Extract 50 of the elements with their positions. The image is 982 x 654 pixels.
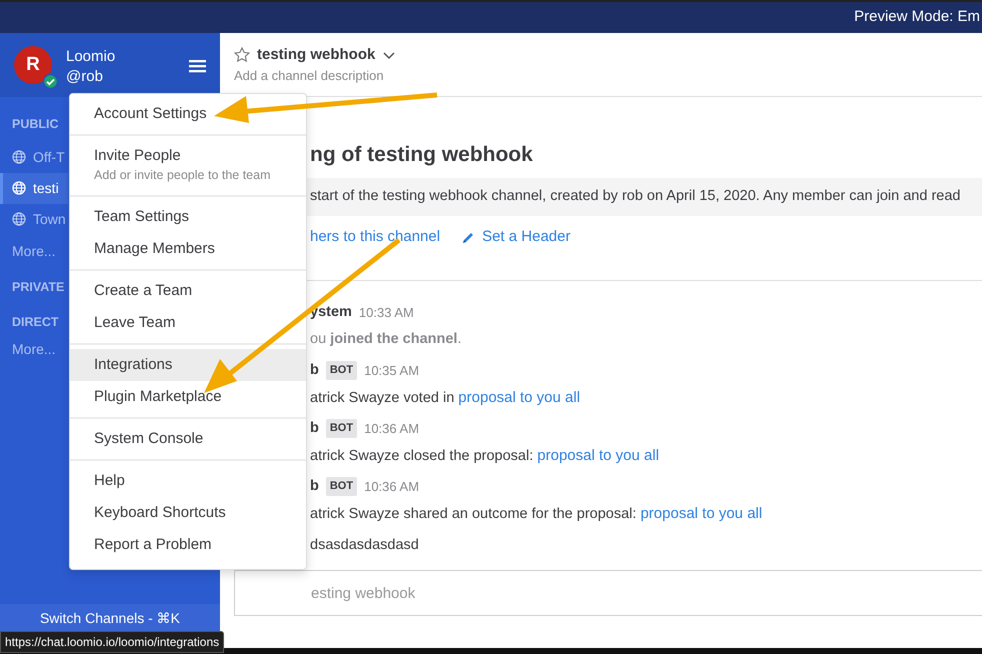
section-heading: PRIVATE xyxy=(12,278,64,296)
status-url-tooltip: https://chat.loomio.io/loomio/integrations xyxy=(0,631,224,653)
globe-icon xyxy=(12,212,26,226)
proposal-link[interactable]: proposal to you all xyxy=(537,446,660,464)
channel-name[interactable]: testing webhook xyxy=(257,44,376,66)
star-icon xyxy=(234,46,250,63)
menu-item[interactable]: Integrations xyxy=(70,348,306,381)
message-author[interactable]: b xyxy=(310,360,319,382)
bot-label: BOT xyxy=(326,361,358,380)
avatar[interactable]: R xyxy=(14,46,52,84)
proposal-link[interactable]: proposal to you all xyxy=(640,504,762,522)
message-author[interactable]: b xyxy=(310,418,319,440)
message-author[interactable]: ystem xyxy=(310,302,352,324)
menu-item[interactable]: Report a Problem xyxy=(70,528,306,561)
intro-text: start of the testing webhook channel, created by rob on April 15, 2020. Any member can join and read xyxy=(310,186,960,206)
switch-channels-button[interactable]: Switch Channels - ⌘K xyxy=(0,604,220,631)
username: @rob xyxy=(66,68,104,84)
message-input[interactable]: esting webhook xyxy=(234,570,982,616)
message-author[interactable]: b xyxy=(310,476,319,498)
proposal-link[interactable]: proposal to you all xyxy=(458,388,580,406)
menu-item[interactable]: Keyboard Shortcuts xyxy=(70,496,306,529)
system-message-text: ou joined the channel. xyxy=(310,330,462,346)
menu-item[interactable]: Create a Team xyxy=(70,274,306,307)
menu-item[interactable]: Help xyxy=(70,464,306,497)
section-heading: PUBLIC xyxy=(12,116,59,133)
intro-link[interactable]: hers to this channel xyxy=(310,226,440,249)
message-text: atrick Swayze closed the proposal: xyxy=(310,448,534,464)
menu-item-hint: Add or invite people to the team xyxy=(93,167,272,184)
message-text: atrick Swayze shared an outcome for the proposal: xyxy=(310,506,638,522)
menu-item[interactable]: Manage Members xyxy=(70,232,306,265)
intro-title: ng of testing webhook xyxy=(310,142,534,168)
menu-item[interactable]: Account Settings xyxy=(70,98,306,130)
preview-mode-text: Preview Mode: Em xyxy=(854,7,980,28)
menu-item[interactable]: Plugin Marketplace xyxy=(70,380,306,413)
menu-icon xyxy=(189,58,206,74)
team-name: Loomio xyxy=(66,47,116,68)
menu-item[interactable]: Leave Team xyxy=(70,306,306,339)
avatar-letter: R xyxy=(26,52,40,77)
intro-link[interactable]: Set a Header xyxy=(461,226,570,249)
menu-item[interactable]: System Console xyxy=(70,422,306,455)
pencil-icon xyxy=(461,230,476,244)
message-text: atrick Swayze voted in xyxy=(310,390,456,406)
bot-label: BOT xyxy=(326,477,358,496)
globe-icon xyxy=(12,181,26,196)
message-text: dsasdasdasdasd xyxy=(310,536,419,552)
menu-item[interactable]: Team Settings xyxy=(70,200,306,233)
bot-label: BOT xyxy=(326,419,358,438)
section-heading: DIRECT xyxy=(12,314,59,330)
globe-icon xyxy=(12,150,26,164)
channel-item[interactable]: testi xyxy=(0,172,68,204)
